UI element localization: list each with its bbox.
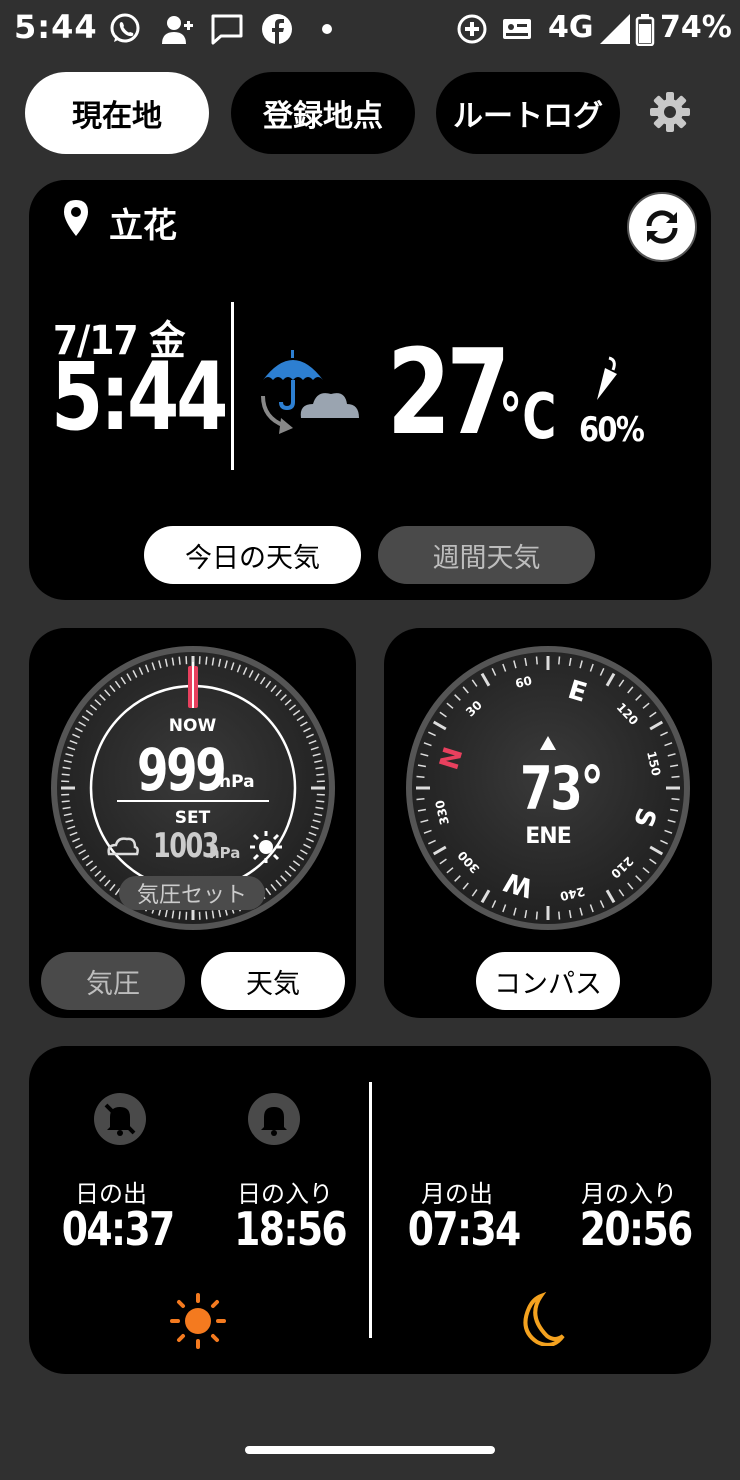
sunrise-time: 04:37	[61, 1202, 176, 1256]
divider	[231, 302, 234, 470]
message-icon	[211, 14, 243, 45]
compass-degrees: 73°	[520, 754, 604, 824]
dial-tick	[558, 911, 561, 920]
alarm-off-icon[interactable]	[93, 1092, 147, 1146]
location-name: 立花	[109, 206, 177, 246]
pressure-unit: hPa	[219, 772, 255, 792]
whatsapp-icon	[110, 13, 140, 43]
dial-tick	[178, 911, 181, 920]
rain-then-cloudy-icon	[261, 350, 359, 434]
current-pressure: 999	[137, 736, 227, 804]
gear-icon[interactable]	[648, 90, 692, 134]
clock-time: 5:44	[51, 343, 228, 452]
weekly-weather-button[interactable]: 週間天気	[378, 526, 595, 584]
dial-tick	[316, 773, 325, 776]
set-pressure-unit: hPa	[209, 844, 241, 862]
tab-registered-points[interactable]: 登録地点	[231, 72, 415, 154]
dial-tick	[205, 911, 208, 920]
tab-current-location[interactable]: 現在地	[25, 72, 209, 154]
dial-tick	[316, 800, 325, 803]
compass-button[interactable]: コンパス	[476, 952, 620, 1010]
dial-tick	[205, 656, 208, 665]
refresh-button[interactable]	[627, 192, 697, 262]
set-label: SET	[174, 808, 211, 828]
pressure-tab[interactable]: 気圧	[41, 952, 185, 1010]
sun-moon-divider	[369, 1082, 372, 1338]
weather-tab[interactable]: 天気	[201, 952, 345, 1010]
now-label: NOW	[168, 716, 217, 736]
dial-tick	[671, 775, 680, 778]
compass-direction: ENE	[525, 824, 571, 849]
dial-tick	[61, 773, 70, 776]
notification-dot-icon	[322, 24, 332, 34]
sim-card-icon	[503, 19, 531, 39]
dial-tick	[416, 775, 425, 778]
dial-tick	[535, 911, 538, 920]
status-bar: 5:44 4G 74%	[0, 0, 740, 58]
dial-tick	[416, 798, 425, 801]
moonset-time: 20:56	[579, 1202, 694, 1256]
signal-icon	[600, 14, 630, 44]
network-type: 4G	[548, 10, 594, 45]
facebook-icon	[262, 14, 292, 44]
compass-card: E S W N 30 60 120 150 210 240 300 330 73° ENE コンパス	[384, 628, 712, 1018]
dial-tick	[178, 656, 181, 665]
dial-tick	[558, 656, 561, 665]
umbrella-closed-icon	[597, 356, 617, 400]
alarm-icon[interactable]	[247, 1092, 301, 1146]
sun-moon-card: 日の出 04:37 日の入り 18:56 月の出 07:34 月の入り 20:5…	[29, 1046, 711, 1374]
barometer-card: NOW 999 hPa SET 1003 hPa 気圧セット 気圧 天気	[29, 628, 356, 1018]
weather-card: 立花 7/17 金 5:44 27 °C 60% 今日の天気 週間天気	[29, 180, 711, 600]
data-saver-icon	[457, 14, 487, 44]
today-weather-button[interactable]: 今日の天気	[144, 526, 361, 584]
set-pressure-button[interactable]: 気圧セット	[119, 876, 265, 910]
moon-icon	[523, 1292, 565, 1346]
temperature-unit: °C	[499, 380, 557, 453]
dial-tick	[61, 800, 70, 803]
add-contact-icon	[162, 16, 193, 44]
sun-icon	[250, 831, 282, 863]
temperature-value: 27	[387, 323, 510, 461]
battery-percent: 74%	[660, 10, 732, 45]
location-pin-icon	[64, 200, 88, 236]
home-indicator[interactable]	[245, 1446, 495, 1454]
sunrise-sun-icon	[170, 1293, 226, 1349]
tab-route-log[interactable]: ルートログ	[436, 72, 620, 154]
sunset-time: 18:56	[234, 1202, 348, 1256]
dial-tick	[535, 656, 538, 665]
refresh-icon	[646, 210, 678, 244]
dial-tick	[671, 798, 680, 801]
precipitation-chance: 60%	[579, 410, 645, 450]
status-time: 5:44	[14, 8, 98, 46]
cloud-icon	[107, 837, 139, 856]
moonrise-time: 07:34	[407, 1202, 522, 1256]
